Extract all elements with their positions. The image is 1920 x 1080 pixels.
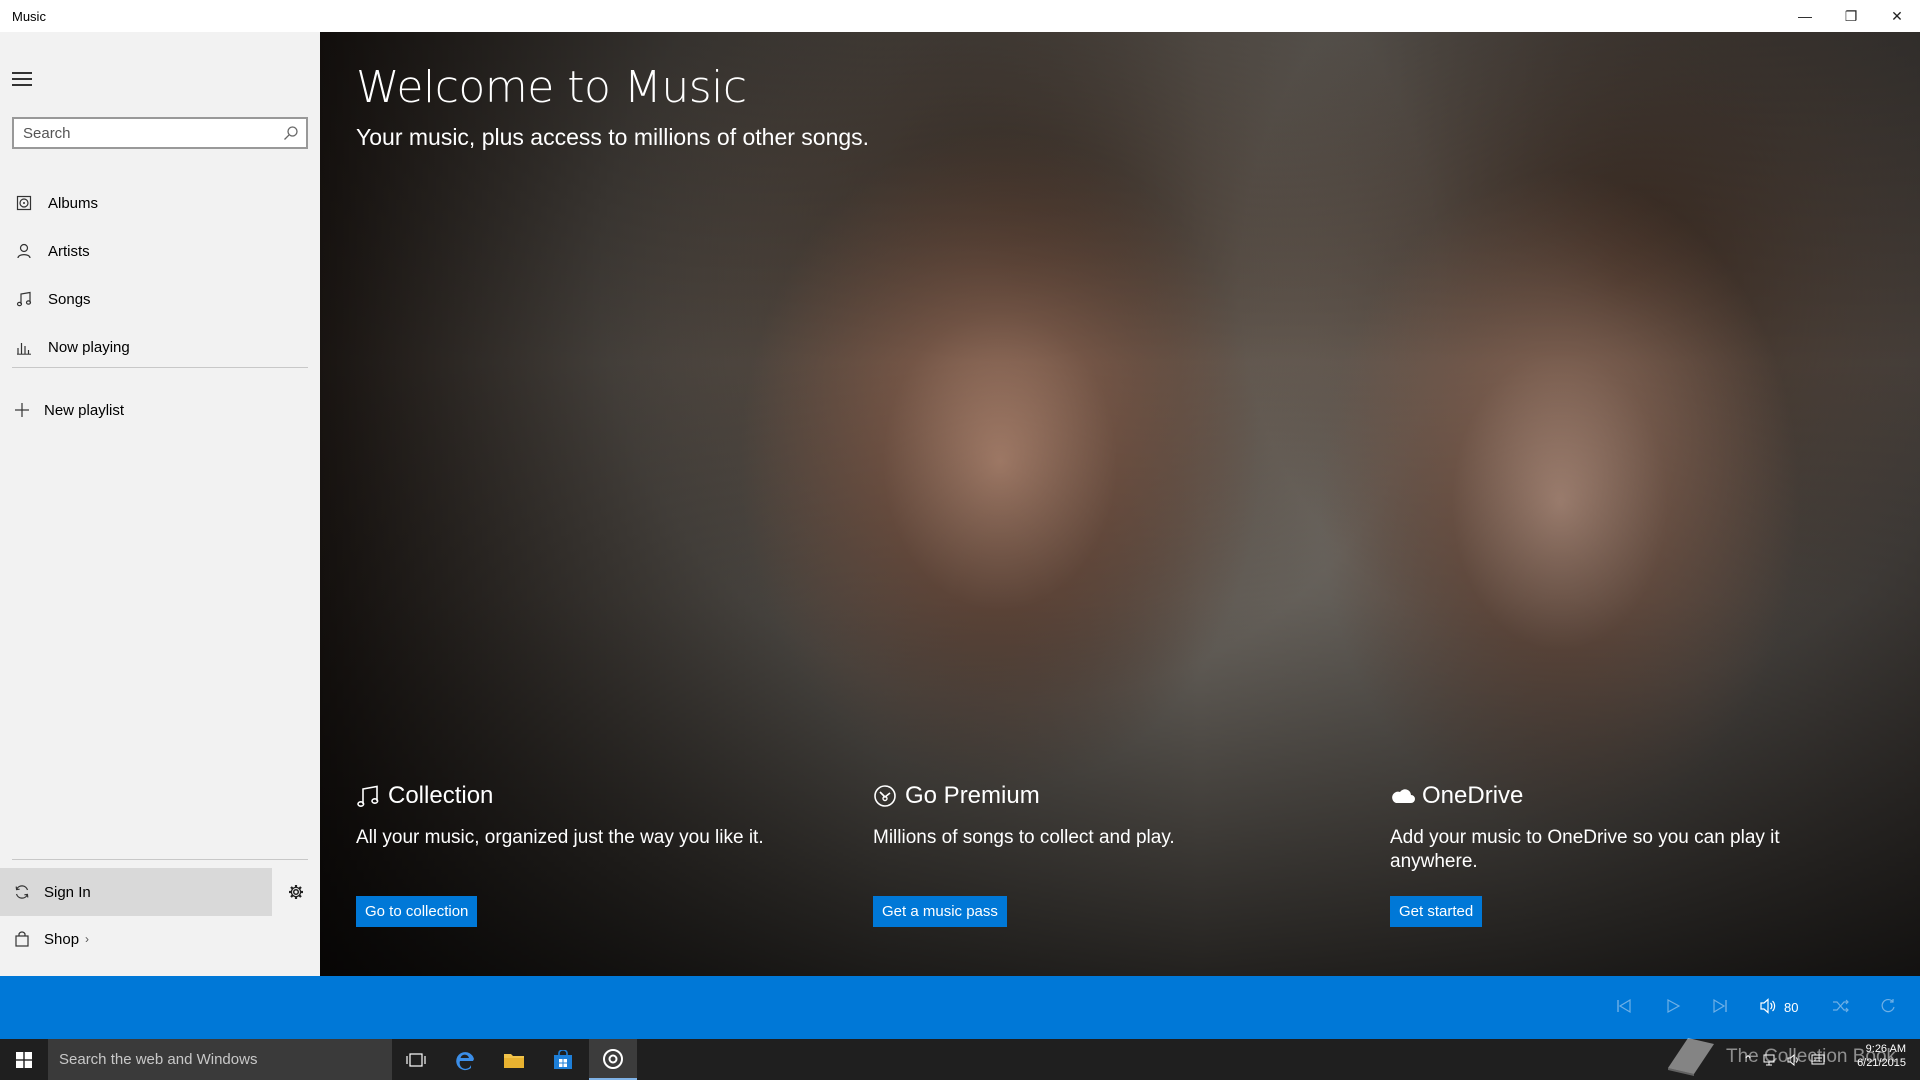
sidebar-item-songs[interactable]: Songs (0, 279, 320, 319)
edge-browser-icon[interactable] (441, 1039, 489, 1080)
search-box (12, 117, 308, 149)
page-subtitle: Your music, plus access to millions of o… (356, 124, 870, 150)
page-title: Welcome to Music (356, 62, 747, 113)
card-header: OneDrive (1390, 778, 1830, 814)
sidebar-item-albums[interactable]: Albums (0, 183, 320, 223)
equalizer-icon (0, 339, 48, 355)
file-explorer-icon[interactable] (490, 1039, 538, 1080)
shopping-bag-icon (0, 931, 44, 947)
go-premium-card: Go Premium Millions of songs to collect … (873, 778, 1313, 927)
clock[interactable]: 9:26 AM 6/21/2015 (1848, 1042, 1906, 1070)
person-icon (0, 243, 48, 259)
book-icon (1664, 1032, 1718, 1080)
player-bar: 80 (0, 976, 1920, 1039)
volume-icon (1760, 998, 1778, 1017)
gear-icon[interactable] (280, 878, 312, 906)
taskbar: Search the web and Windows ⌃ (0, 1039, 1920, 1080)
sidebar-item-artists[interactable]: Artists (0, 231, 320, 271)
music-app-icon[interactable] (589, 1039, 637, 1080)
shuffle-icon[interactable] (1832, 998, 1850, 1019)
sidebar-item-label: Artists (48, 242, 90, 260)
sign-in-button[interactable]: Sign In (0, 868, 272, 916)
get-started-button[interactable]: Get started (1390, 896, 1483, 927)
taskbar-search[interactable]: Search the web and Windows (48, 1039, 392, 1080)
music-note-icon (0, 291, 48, 307)
window-controls: — ❐ ✕ (1782, 0, 1920, 32)
store-icon[interactable] (539, 1039, 587, 1080)
shop-link[interactable]: Shop › (0, 917, 272, 961)
clock-date: 6/21/2015 (1857, 1057, 1906, 1069)
plus-icon (0, 402, 44, 418)
card-description: Add your music to OneDrive so you can pl… (1390, 827, 1780, 872)
volume-level: 80 (1784, 1000, 1799, 1015)
next-icon[interactable] (1712, 998, 1728, 1019)
go-to-collection-button[interactable]: Go to collection (356, 896, 478, 927)
get-music-pass-button[interactable]: Get a music pass (873, 896, 1007, 927)
search-input[interactable] (14, 124, 276, 142)
music-note-icon (356, 784, 386, 808)
card-title: Go Premium (905, 782, 1040, 809)
close-button[interactable]: ✕ (1874, 0, 1920, 32)
new-playlist-label: New playlist (44, 401, 125, 419)
windows-start-icon[interactable] (0, 1039, 48, 1080)
restore-button[interactable]: ❐ (1828, 0, 1874, 32)
sidebar-item-label: Now playing (48, 338, 130, 356)
onedrive-card: OneDrive Add your music to OneDrive so y… (1390, 778, 1830, 927)
title-bar: Music — ❐ ✕ (0, 0, 1920, 32)
card-description: All your music, organized just the way y… (356, 827, 764, 848)
card-title: Collection (388, 782, 494, 809)
nav-divider (12, 367, 308, 368)
collection-card: Collection All your music, organized jus… (356, 778, 796, 927)
sidebar-item-now-playing[interactable]: Now playing (0, 327, 320, 367)
card-title: OneDrive (1422, 782, 1524, 809)
clock-time: 9:26 AM (1865, 1043, 1906, 1055)
repeat-icon[interactable] (1880, 998, 1896, 1019)
hamburger-menu-icon[interactable] (12, 72, 34, 88)
task-view-icon[interactable] (392, 1039, 440, 1080)
search-icon[interactable] (276, 125, 306, 141)
card-header: Go Premium (873, 778, 1313, 814)
album-icon (0, 195, 48, 211)
minimize-button[interactable]: — (1782, 0, 1828, 32)
chevron-right-icon: › (85, 932, 90, 946)
sidebar-item-label: Songs (48, 290, 91, 308)
card-description: Millions of songs to collect and play. (873, 827, 1175, 848)
sidebar: Albums Artists Songs Now playing New pla… (0, 32, 320, 976)
sidebar-item-label: Albums (48, 194, 99, 212)
volume-control[interactable]: 80 (1760, 998, 1798, 1017)
sync-icon (0, 884, 44, 900)
cloud-icon (1390, 786, 1420, 806)
new-playlist-button[interactable]: New playlist (0, 390, 320, 430)
window-title: Music (12, 8, 46, 24)
card-header: Collection (356, 778, 796, 814)
play-icon[interactable] (1665, 998, 1681, 1019)
sign-in-label: Sign In (44, 883, 91, 901)
premium-icon (873, 784, 903, 808)
previous-icon[interactable] (1616, 998, 1632, 1019)
taskbar-search-placeholder: Search the web and Windows (59, 1051, 258, 1068)
welcome-hero: Welcome to Music Your music, plus access… (320, 32, 1920, 976)
bottom-divider (12, 859, 308, 860)
shop-label: Shop (44, 930, 80, 948)
